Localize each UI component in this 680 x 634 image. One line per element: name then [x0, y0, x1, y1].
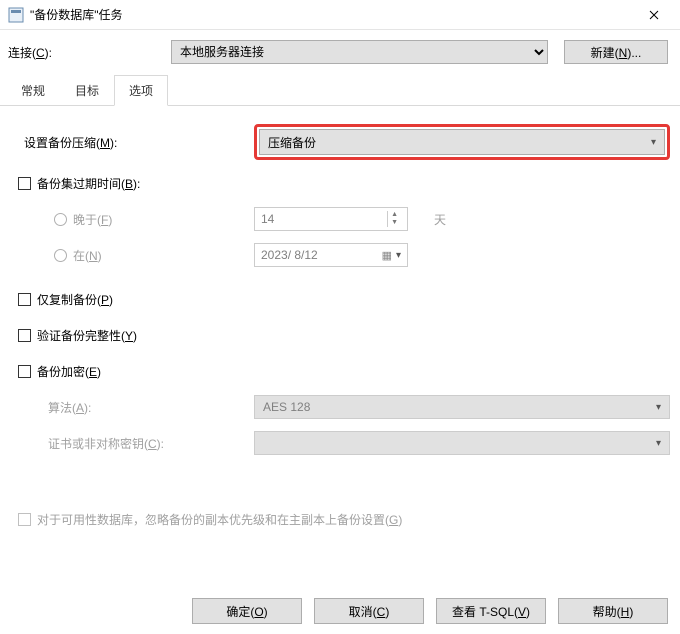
- availability-row: 对于可用性数据库，忽略备份的副本优先级和在主副本上备份设置(G): [18, 504, 670, 534]
- after-days-input: 14 ▲▼: [254, 207, 408, 231]
- tab-strip: 常规 目标 选项: [0, 74, 680, 106]
- on-date-input: 2023/ 8/12 ▦▾: [254, 243, 408, 267]
- after-label: 晚于(F): [18, 211, 254, 228]
- tab-options[interactable]: 选项: [114, 75, 168, 106]
- cancel-button[interactable]: 取消(C): [314, 598, 424, 624]
- spinner-icon: ▲▼: [387, 211, 401, 227]
- encrypt-row: 备份加密(E): [18, 356, 670, 386]
- chevron-down-icon: ▾: [651, 137, 656, 148]
- calendar-icon: ▦▾: [376, 249, 401, 262]
- algorithm-ctrl: AES 128▾: [254, 395, 670, 419]
- connection-row: 连接(C): 本地服务器连接 新建(N)...: [0, 30, 680, 70]
- chevron-down-icon: ▾: [656, 402, 661, 413]
- new-connection-button[interactable]: 新建(N)...: [564, 40, 668, 64]
- algorithm-label: 算法(A):: [18, 399, 254, 416]
- tab-target[interactable]: 目标: [60, 75, 114, 106]
- certificate-ctrl: ▾: [254, 431, 670, 455]
- view-tsql-button[interactable]: 查看 T-SQL(V): [436, 598, 546, 624]
- help-button[interactable]: 帮助(H): [558, 598, 668, 624]
- encrypt-label: 备份加密(E): [18, 363, 254, 380]
- app-icon: [8, 7, 24, 23]
- connection-select[interactable]: 本地服务器连接: [171, 40, 548, 64]
- days-label: 天: [434, 211, 446, 228]
- algorithm-select: AES 128▾: [254, 395, 670, 419]
- expire-label: 备份集过期时间(B):: [18, 175, 254, 192]
- compression-select[interactable]: 压缩备份▾: [259, 129, 665, 155]
- after-row: 晚于(F) 14 ▲▼ 天: [18, 204, 670, 234]
- on-ctrl: 2023/ 8/12 ▦▾: [254, 243, 670, 267]
- on-radio: [54, 249, 67, 262]
- copyonly-checkbox[interactable]: [18, 293, 31, 306]
- copyonly-row: 仅复制备份(P): [18, 284, 670, 314]
- certificate-select: ▾: [254, 431, 670, 455]
- window-title: "备份数据库"任务: [30, 6, 632, 23]
- expire-row: 备份集过期时间(B):: [18, 168, 670, 198]
- after-ctrl: 14 ▲▼ 天: [254, 207, 670, 231]
- on-row: 在(N) 2023/ 8/12 ▦▾: [18, 240, 670, 270]
- expire-checkbox[interactable]: [18, 177, 31, 190]
- dialog-footer: 确定(O) 取消(C) 查看 T-SQL(V) 帮助(H): [192, 598, 668, 624]
- copyonly-label: 仅复制备份(P): [18, 291, 254, 308]
- on-label: 在(N): [18, 247, 254, 264]
- certificate-label: 证书或非对称密钥(C):: [18, 435, 254, 452]
- compression-row: 设置备份压缩(M): 压缩备份▾: [18, 124, 670, 160]
- certificate-row: 证书或非对称密钥(C): ▾: [18, 428, 670, 458]
- compression-label: 设置备份压缩(M):: [18, 134, 254, 151]
- connection-label: 连接(C):: [8, 44, 163, 61]
- availability-label: 对于可用性数据库，忽略备份的副本优先级和在主副本上备份设置(G): [18, 511, 402, 528]
- options-pane: 设置备份压缩(M): 压缩备份▾ 备份集过期时间(B): 晚于(F) 14 ▲▼…: [0, 106, 680, 550]
- ok-button[interactable]: 确定(O): [192, 598, 302, 624]
- close-button[interactable]: [632, 1, 676, 29]
- chevron-down-icon: ▾: [656, 438, 661, 449]
- encrypt-checkbox[interactable]: [18, 365, 31, 378]
- compression-highlight: 压缩备份▾: [254, 124, 670, 160]
- title-bar: "备份数据库"任务: [0, 0, 680, 30]
- verify-row: 验证备份完整性(Y): [18, 320, 670, 350]
- availability-checkbox: [18, 513, 31, 526]
- algorithm-row: 算法(A): AES 128▾: [18, 392, 670, 422]
- after-radio: [54, 213, 67, 226]
- verify-checkbox[interactable]: [18, 329, 31, 342]
- tab-general[interactable]: 常规: [6, 75, 60, 106]
- verify-label: 验证备份完整性(Y): [18, 327, 254, 344]
